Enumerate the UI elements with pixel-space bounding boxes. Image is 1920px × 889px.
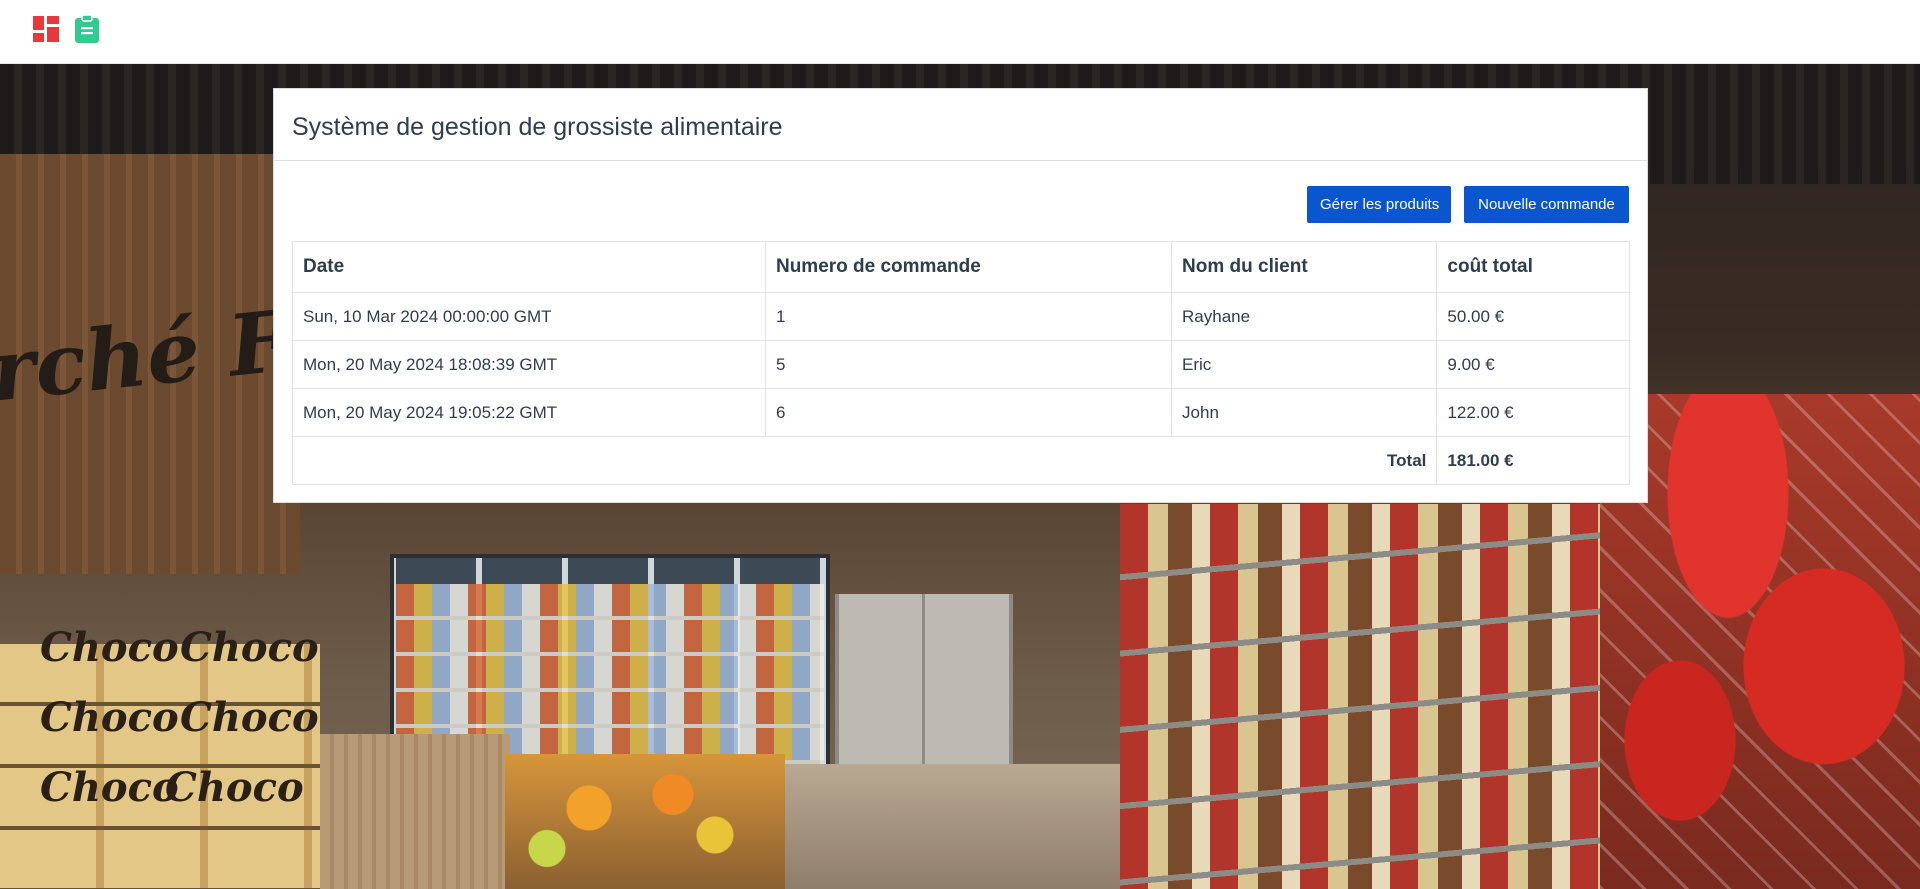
table-row: Mon, 20 May 2024 19:05:22 GMT 6 John 122… (292, 388, 1630, 437)
column-header-date: Date (292, 241, 766, 293)
total-value: 181.00 € (1436, 436, 1630, 485)
new-order-button[interactable]: Nouvelle commande (1464, 186, 1629, 223)
cell-total-cost: 9.00 € (1436, 340, 1630, 389)
column-header-client-name: Nom du client (1171, 241, 1438, 293)
dashboard-icon[interactable] (32, 14, 60, 44)
table-total-row: Total 181.00 € (291, 436, 1630, 485)
bg-choco-label: Choco (40, 694, 179, 741)
column-header-total-cost: coût total (1436, 241, 1630, 293)
manage-products-button[interactable]: Gérer les produits (1307, 186, 1451, 223)
bg-chips-basket (1600, 394, 1920, 889)
table-row: Mon, 20 May 2024 18:08:39 GMT 5 Eric 9.0… (292, 340, 1630, 389)
page-title: Système de gestion de grossiste alimenta… (292, 113, 783, 141)
card-header: Système de gestion de grossiste alimenta… (274, 89, 1647, 161)
cell-order-number: 1 (764, 292, 1173, 341)
top-navbar (0, 0, 1920, 64)
table-header-row: Date Numero de commande Nom du client co… (292, 241, 1630, 293)
bg-choco-label: Choco (165, 764, 304, 811)
bg-choco-label: Choco (180, 624, 319, 671)
cell-order-number: 5 (764, 340, 1173, 389)
cell-total-cost: 50.00 € (1436, 292, 1630, 341)
cell-client-name: John (1171, 388, 1438, 437)
bg-choco-label: Choco (180, 694, 319, 741)
cell-client-name: Eric (1171, 340, 1438, 389)
cell-order-number: 6 (764, 388, 1173, 437)
bg-choco-label: Choco (40, 624, 179, 671)
bg-wooden-table (320, 734, 510, 889)
column-header-order-number: Numero de commande (764, 241, 1173, 293)
bg-choco-label: Choco (40, 764, 179, 811)
cell-total-cost: 122.00 € (1436, 388, 1630, 437)
orders-table: Date Numero de commande Nom du client co… (291, 241, 1630, 485)
orders-card: Système de gestion de grossiste alimenta… (273, 88, 1648, 503)
cell-date: Mon, 20 May 2024 18:08:39 GMT (292, 340, 766, 389)
cell-client-name: Rayhane (1171, 292, 1438, 341)
bg-produce-stand (505, 754, 785, 889)
total-label: Total (291, 436, 1438, 485)
cell-date: Mon, 20 May 2024 19:05:22 GMT (292, 388, 766, 437)
table-row: Sun, 10 Mar 2024 00:00:00 GMT 1 Rayhane … (292, 292, 1630, 341)
cell-date: Sun, 10 Mar 2024 00:00:00 GMT (292, 292, 766, 341)
clipboard-icon[interactable] (73, 14, 101, 44)
